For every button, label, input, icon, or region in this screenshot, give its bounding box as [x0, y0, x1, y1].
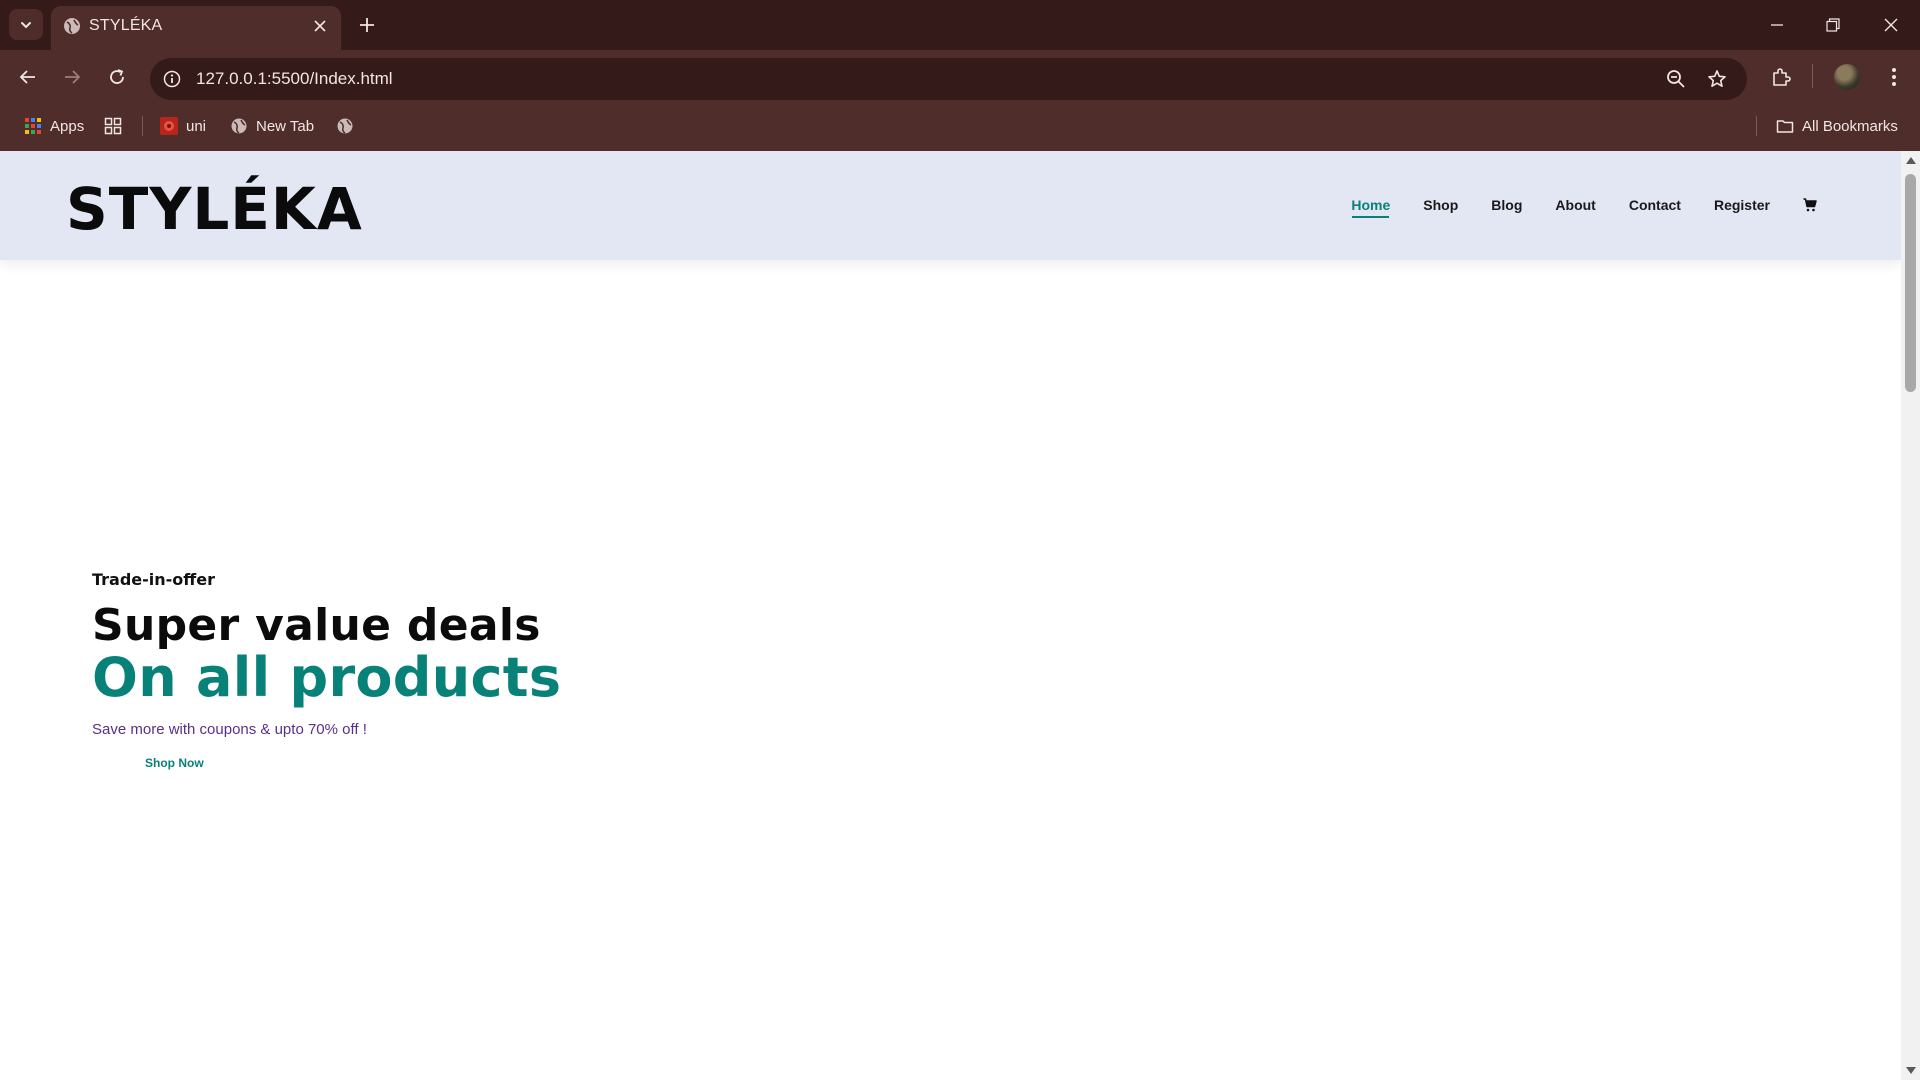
forward-button[interactable]: [57, 62, 87, 92]
address-bar[interactable]: 127.0.0.1:5500/Index.html: [150, 58, 1747, 100]
new-tab-button[interactable]: [355, 13, 379, 37]
page-scrollbar[interactable]: [1901, 151, 1920, 1080]
bookmark-globe[interactable]: [336, 113, 354, 139]
info-icon: [163, 70, 181, 88]
browser-tab-bar: STYLÉKA: [0, 0, 1920, 50]
close-window-button[interactable]: [1876, 10, 1906, 40]
browser-tab[interactable]: STYLÉKA: [51, 6, 341, 50]
apps-grid-icon: [25, 118, 41, 134]
globe-icon: [231, 118, 247, 134]
nav-link-about[interactable]: About: [1555, 197, 1595, 213]
minimize-icon: [1771, 24, 1783, 26]
site-logo[interactable]: STYLÉKA: [66, 175, 363, 243]
zoom-button[interactable]: [1664, 67, 1688, 91]
scroll-down-arrow[interactable]: [1906, 1067, 1916, 1074]
site-header: STYLÉKA Home Shop Blog About Contact Reg…: [0, 151, 1901, 260]
hero-section: Trade-in-offer Super value deals On all …: [92, 570, 561, 772]
bookmarks-divider: [142, 116, 143, 136]
bookmark-label: uni: [186, 117, 207, 135]
close-icon: [314, 20, 326, 32]
main-nav: Home Shop Blog About Contact Register: [1318, 197, 1819, 218]
restore-icon: [1826, 18, 1840, 32]
hero-kicker: Trade-in-offer: [92, 570, 215, 589]
nav-link-register[interactable]: Register: [1714, 197, 1770, 213]
shopping-cart-icon: [1803, 198, 1817, 212]
hero-text: Save more with coupons & upto 70% off !: [92, 721, 367, 738]
close-icon: [1884, 18, 1898, 32]
zoom-out-icon: [1667, 70, 1685, 88]
bookmark-uni[interactable]: uni: [160, 113, 206, 139]
cart-icon[interactable]: [1803, 197, 1819, 213]
page-viewport: STYLÉKA Home Shop Blog About Contact Reg…: [0, 151, 1901, 1080]
more-vertical-icon: [1892, 68, 1896, 86]
shop-now-button[interactable]: Shop Now: [145, 756, 204, 770]
bookmark-new-tab[interactable]: New Tab: [230, 113, 314, 139]
url-text: 127.0.0.1:5500/Index.html: [196, 69, 393, 88]
minimize-button[interactable]: [1762, 10, 1792, 40]
globe-icon: [337, 118, 353, 134]
bookmark-apps[interactable]: Apps: [24, 113, 84, 139]
scroll-thumb[interactable]: [1905, 174, 1916, 392]
arrow-right-icon: [65, 70, 81, 84]
restore-button[interactable]: [1818, 10, 1848, 40]
chevron-down-icon: [21, 21, 31, 28]
all-bookmarks-label: All Bookmarks: [1802, 117, 1898, 135]
bookmark-star-button[interactable]: [1705, 67, 1729, 91]
bookmarks-divider: [1756, 116, 1757, 136]
all-bookmarks-button[interactable]: All Bookmarks: [1776, 113, 1898, 139]
nav-link-home[interactable]: Home: [1351, 197, 1390, 218]
bookmark-label: Apps: [50, 117, 85, 135]
tab-close-button[interactable]: [310, 16, 330, 36]
plus-icon: [360, 18, 374, 32]
nav-link-contact[interactable]: Contact: [1629, 197, 1681, 213]
reload-icon: [110, 69, 124, 84]
folder-icon: [1776, 120, 1794, 133]
hero-subheadline: On all products: [92, 646, 562, 709]
hero-headline: Super value deals: [92, 600, 541, 651]
globe-icon: [64, 18, 80, 34]
tab-title: STYLÉKA: [89, 17, 163, 34]
browser-toolbar: 127.0.0.1:5500/Index.html: [0, 50, 1920, 102]
site-info-button[interactable]: [160, 67, 184, 91]
tab-search-button[interactable]: [9, 9, 43, 40]
tab-groups-icon: [104, 117, 122, 135]
arrow-left-icon: [19, 70, 35, 84]
uni-favicon-icon: [160, 117, 178, 135]
profile-avatar[interactable]: [1834, 64, 1860, 90]
bookmark-label: New Tab: [256, 117, 315, 135]
extensions-button[interactable]: [1766, 62, 1796, 92]
browser-menu-button[interactable]: [1879, 62, 1909, 92]
back-button[interactable]: [13, 62, 43, 92]
reload-button[interactable]: [102, 62, 132, 92]
star-icon: [1708, 70, 1726, 87]
scroll-up-arrow[interactable]: [1906, 157, 1916, 164]
puzzle-icon: [1773, 68, 1791, 86]
nav-link-shop[interactable]: Shop: [1423, 197, 1458, 213]
toolbar-divider: [1812, 64, 1813, 88]
bookmarks-bar: Apps uni New Tab All Bookmarks: [0, 102, 1920, 151]
nav-link-blog[interactable]: Blog: [1491, 197, 1522, 213]
bookmark-tab-groups[interactable]: [104, 113, 122, 139]
